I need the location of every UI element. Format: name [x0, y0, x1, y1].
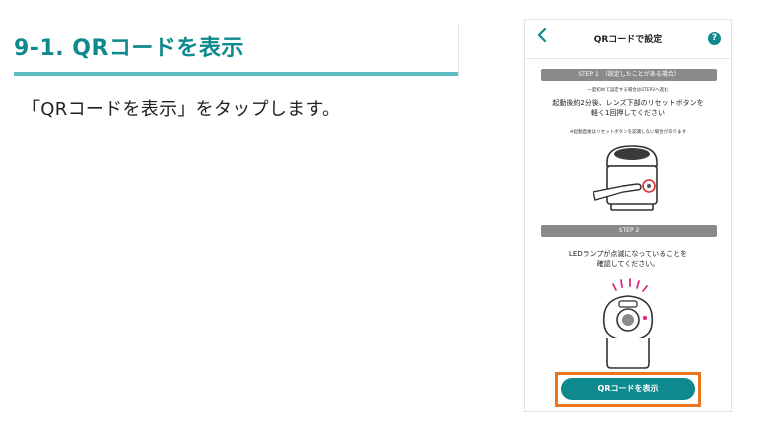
instruction-text: 「QRコードを表示」をタップします。	[22, 99, 341, 120]
phone-screenshot: QRコードで設定 ? STEP 1 （設定したことがある場合） 一度初めて設定す…	[524, 19, 732, 412]
camera-led-illustration	[602, 278, 654, 369]
step2-bar: STEP 2	[541, 225, 717, 237]
step2-text: LEDランプが点滅になっていることを 確認してください。	[525, 249, 731, 269]
app-title: QRコードで設定	[593, 35, 663, 45]
heading-underline	[14, 72, 458, 76]
page-title: 9-1. QRコードを表示	[14, 36, 244, 61]
step2-text-line1: LEDランプが点滅になっていることを	[568, 250, 688, 258]
step2-text-line2: 確認してください。	[596, 260, 660, 268]
section-heading: 9-1. QRコードを表示	[14, 34, 458, 64]
show-qr-code-button[interactable]: QRコードを表示	[561, 378, 695, 400]
help-button[interactable]: ?	[708, 32, 721, 45]
step1-bar: STEP 1 （設定したことがある場合）	[541, 69, 717, 81]
step1-note: 一度初めて設定する場合はSTEP2へ進む	[587, 88, 669, 93]
back-button[interactable]	[533, 27, 551, 46]
step1-text-line1: 起動後約2分後、レンズ下部のリセットボタンを	[552, 99, 704, 107]
chevron-left-icon	[537, 27, 547, 43]
step1-subnote: ※起動直後はリセットボタンを認識しない場合があります	[569, 130, 687, 135]
camera-reset-illustration	[593, 145, 658, 211]
step1-text-line2: 軽く1回押してください	[590, 109, 666, 117]
app-bar-divider	[525, 58, 731, 59]
step1-text: 起動後約2分後、レンズ下部のリセットボタンを 軽く1回押してください	[525, 98, 731, 118]
heading-divider	[458, 24, 459, 78]
app-bar: QRコードで設定 ?	[525, 20, 731, 54]
